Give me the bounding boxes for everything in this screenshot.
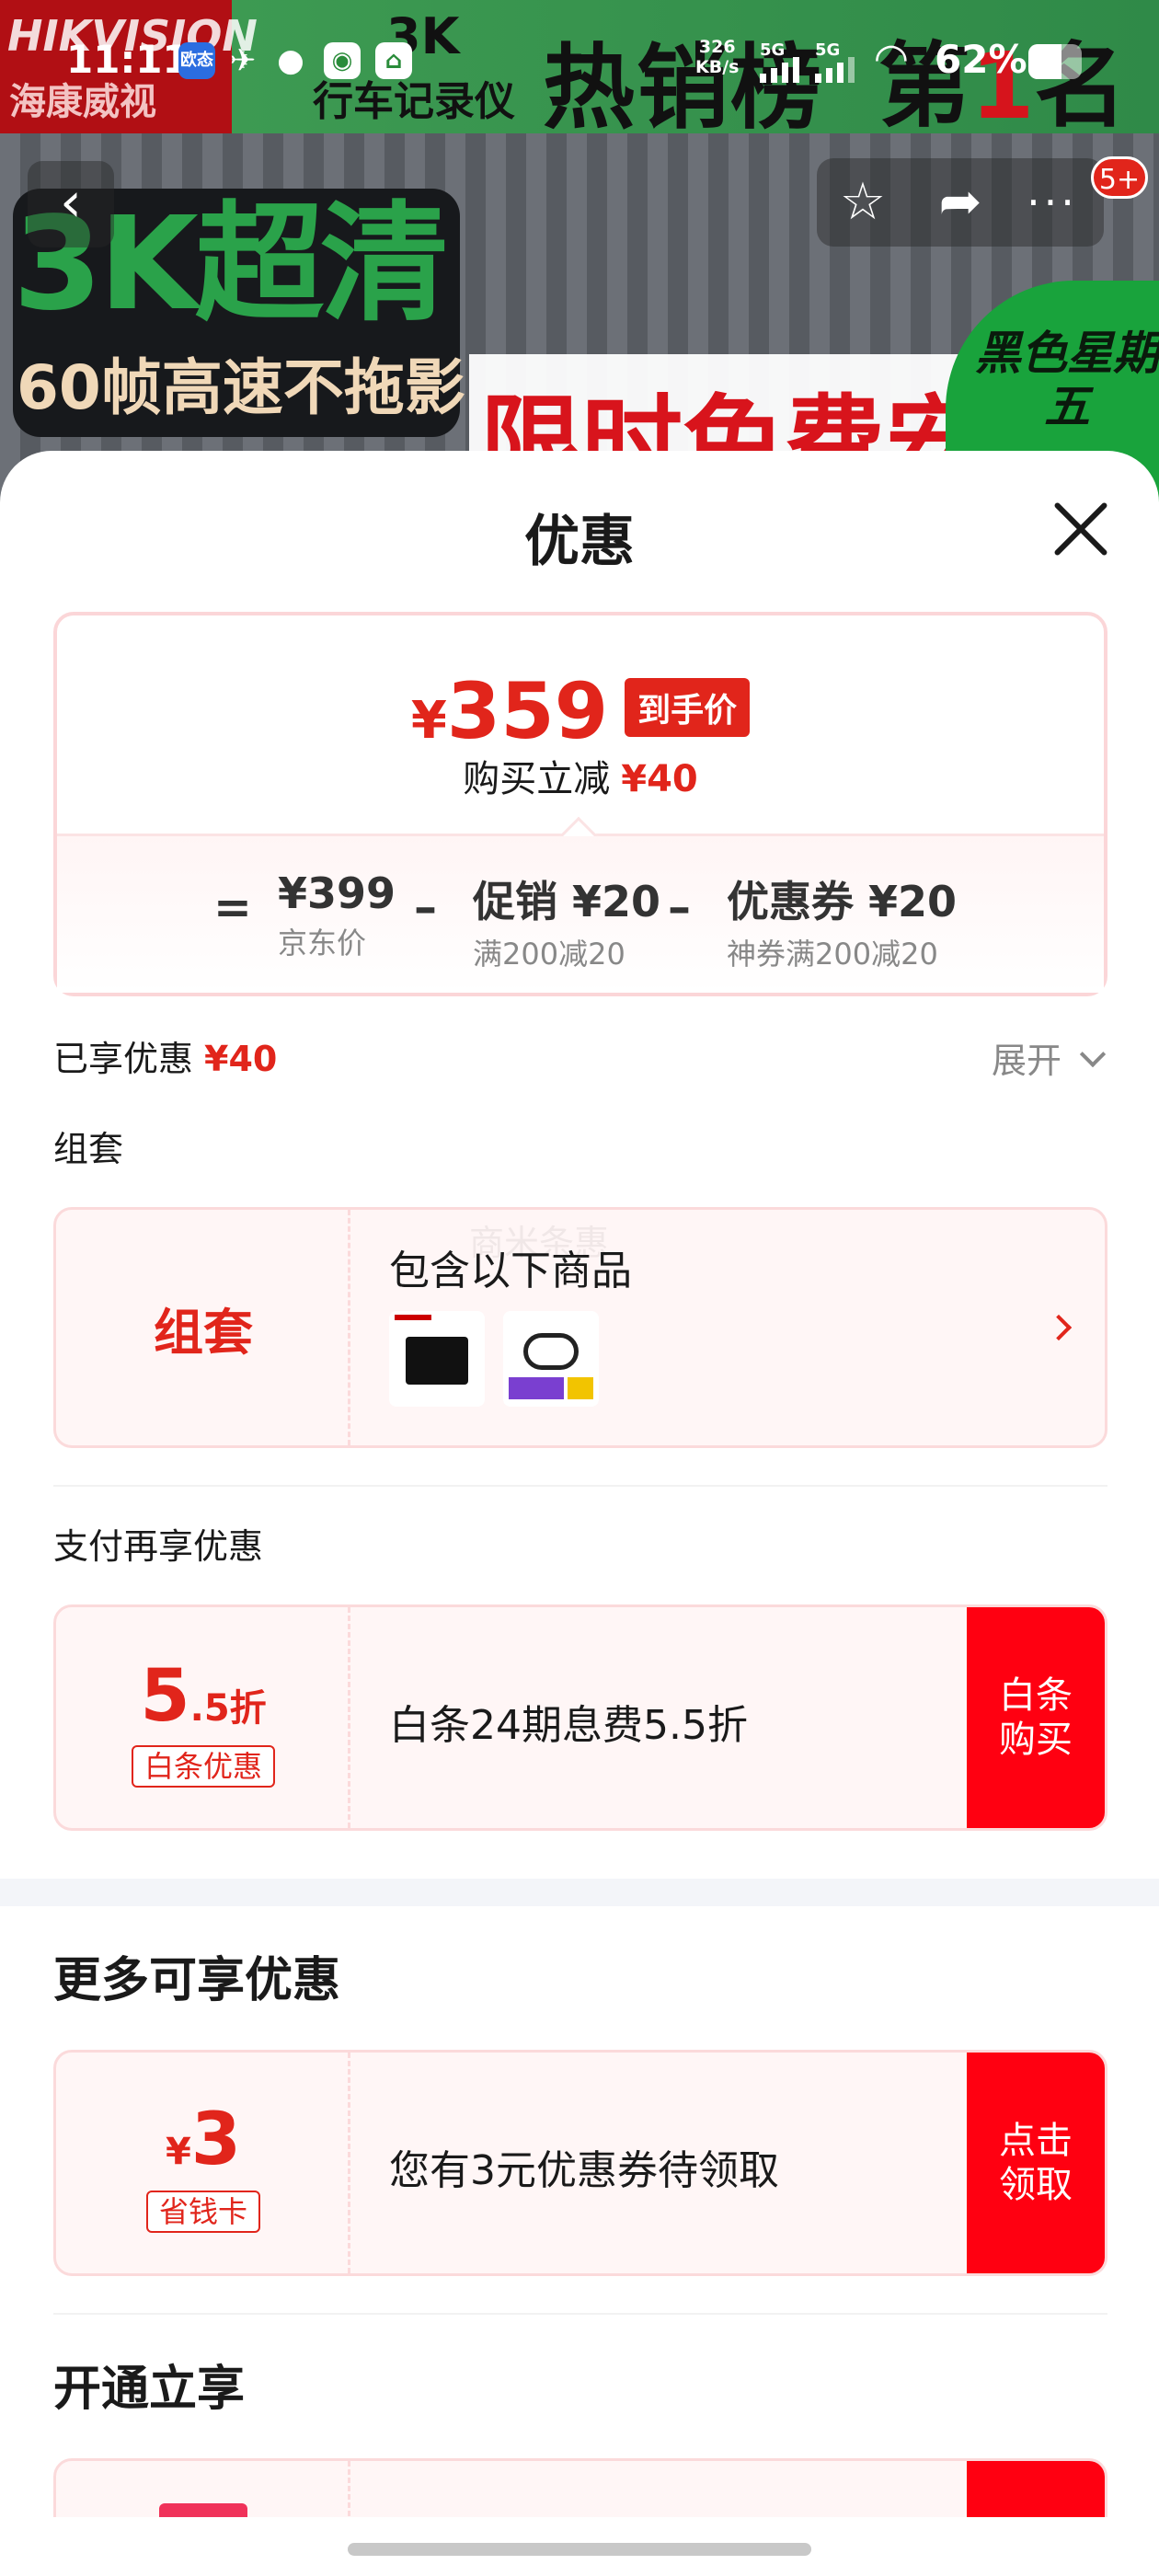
open-section-title: 开通立享 xyxy=(53,2362,246,2417)
price-summary: ¥359 到手价 购买立减 ¥40 xyxy=(57,615,1104,836)
product-thumb-cable[interactable] xyxy=(503,1311,599,1407)
signal-icon xyxy=(760,55,799,83)
leaf-app-icon: ◉ xyxy=(324,42,361,79)
price-currency: ¥ xyxy=(410,691,447,751)
price-card: ¥359 到手价 购买立减 ¥40 = ¥399 京东价 – 促销 ¥20 满200减2… xyxy=(53,612,1107,996)
status-time: 11:11 xyxy=(66,37,189,82)
product-thumb-sdcard[interactable] xyxy=(389,1311,485,1407)
net-speed: 326 KB/s xyxy=(695,37,740,77)
jd-price: ¥399 京东价 xyxy=(278,868,396,960)
battery-percent: 62% xyxy=(935,37,1027,82)
equals-sign: = xyxy=(213,880,252,934)
chevron-down-icon[interactable] xyxy=(1079,1041,1107,1068)
expand-button[interactable]: 展开 xyxy=(992,1032,1061,1083)
wechat-icon: ● xyxy=(277,42,304,79)
baitiao-rate: 5.5折 xyxy=(140,1655,267,1738)
more-icon[interactable]: ··· xyxy=(1006,158,1098,247)
coupon-tag: 省钱卡 xyxy=(145,2191,260,2233)
home-app-icon: ⌂ xyxy=(375,42,412,79)
baitiao-card[interactable]: 5.5折 白条优惠 白条24期息费5.5折 白条 购买 xyxy=(53,1604,1107,1831)
reduce-row: 购买立减 ¥40 xyxy=(463,758,698,800)
final-price-tag: 到手价 xyxy=(625,678,751,737)
coupon-amount: ¥3 xyxy=(165,2099,242,2181)
enjoyed-discount: 已享优惠 ¥40 xyxy=(53,1039,278,1079)
section-gap xyxy=(0,1879,1159,1906)
claim-coupon-button[interactable]: 点击 领取 xyxy=(967,2053,1105,2273)
coupon-left: ¥3 省钱卡 xyxy=(56,2053,350,2273)
bundle-section-label: 组套 xyxy=(53,1129,124,1169)
promo-discount: 促销 ¥20 满200减20 xyxy=(473,877,661,972)
nav-actions: ☆ ➦ ··· xyxy=(817,158,1104,247)
wifi-icon: ◠ xyxy=(876,35,907,82)
message-badge: 5+ xyxy=(1091,156,1148,199)
price-breakdown: = ¥399 京东价 – 促销 ¥20 满200减20 – 优惠券 ¥20 神券满20… xyxy=(57,836,1104,993)
watermark: 商米条惠 xyxy=(469,1223,610,1263)
bird-icon: ✈ xyxy=(229,42,257,79)
close-icon[interactable] xyxy=(1049,497,1113,561)
final-price: 359 xyxy=(446,666,609,756)
coupon-text: 您有3元优惠券待领取 xyxy=(389,2147,779,2194)
share-icon[interactable]: ➦ xyxy=(914,158,1006,247)
app-notify-icon: 欧态 xyxy=(178,42,215,79)
coupon-discount: 优惠券 ¥20 神券满200减20 xyxy=(727,877,958,972)
discount-sheet: 优惠 ¥359 到手价 购买立减 ¥40 = ¥399 京东价 – 促销 ¥20 满20… xyxy=(0,451,1159,2576)
more-section-title: 更多可享优惠 xyxy=(53,1953,341,2008)
pay-section-label: 支付再享优惠 xyxy=(53,1526,264,1567)
battery-icon xyxy=(1028,44,1082,79)
signal-icon-2 xyxy=(815,55,855,83)
back-button[interactable]: ‹ xyxy=(28,161,114,247)
coupon-card[interactable]: ¥3 省钱卡 您有3元优惠券待领取 点击 领取 xyxy=(53,2050,1107,2276)
bundle-left xyxy=(56,1210,350,1445)
chevron-right-icon[interactable] xyxy=(1045,1314,1073,1341)
divider xyxy=(53,1485,1107,1487)
reduce-value: ¥40 xyxy=(621,758,698,800)
baitiao-buy-button[interactable]: 白条 购买 xyxy=(967,1607,1105,1828)
sheet-title: 优惠 xyxy=(524,510,635,574)
favorite-icon[interactable]: ☆ xyxy=(817,158,909,247)
banner-big-sub: 60帧高速不拖影 xyxy=(17,352,465,423)
baitiao-text: 白条24期息费5.5折 xyxy=(389,1702,748,1749)
home-indicator[interactable] xyxy=(348,2543,811,2556)
minus-sign: – xyxy=(414,880,437,934)
final-price-row: ¥359 到手价 xyxy=(57,666,1104,756)
divider-2 xyxy=(53,2313,1107,2315)
baitiao-left: 5.5折 白条优惠 xyxy=(56,1607,350,1828)
banner-friday: 黑色星期五 xyxy=(975,327,1159,433)
minus-sign-2: – xyxy=(668,880,691,934)
baitiao-tag: 白条优惠 xyxy=(131,1745,275,1788)
